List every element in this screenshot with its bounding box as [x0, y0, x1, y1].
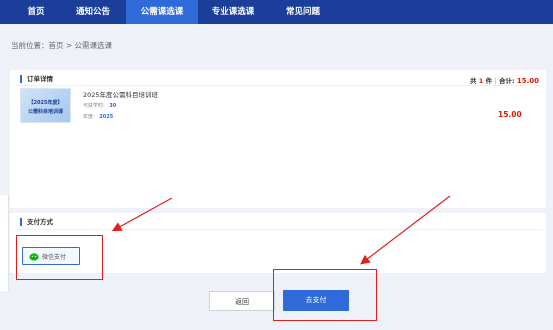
course-hours: 可获学时: 30 — [83, 102, 116, 109]
top-navigation: 首页 通知公告 公需课选课 专业课选课 常见问题 — [0, 0, 553, 24]
nav-item-home[interactable]: 首页 — [13, 0, 59, 24]
order-detail-title: 订单详情 — [20, 75, 53, 83]
hours-label: 可获学时: — [83, 103, 105, 109]
payment-method-title: 支付方式 — [20, 218, 53, 226]
payment-divider — [14, 229, 542, 230]
highlight-box-payment-option — [16, 235, 103, 280]
item-count: 1 — [478, 77, 484, 85]
breadcrumb: 当前位置：首页 > 公需课选课 — [11, 41, 113, 50]
nav-item-faq[interactable]: 常见问题 — [272, 0, 334, 24]
nav-item-public-courses[interactable]: 公需课选课 — [126, 0, 198, 24]
order-total: 共 1 件 | 合计: 15.00 — [470, 77, 539, 85]
course-thumbnail: 【2025年度】 公需科目培训课 — [20, 88, 71, 123]
year-label: 年度: — [83, 114, 95, 120]
course-name: 2025年度公需科目培训班 — [83, 91, 159, 99]
total-amount: 15.00 — [516, 77, 539, 85]
order-divider — [14, 85, 542, 86]
item-price: 15.00 — [498, 110, 522, 119]
thumbnail-line-1: 【2025年度】 — [28, 100, 63, 106]
side-panel-edge — [0, 195, 9, 291]
year-value: 2025 — [99, 114, 114, 120]
highlight-box-pay-button — [273, 269, 377, 321]
course-year: 年度: 2025 — [83, 113, 113, 120]
nav-item-professional-courses[interactable]: 专业课选课 — [200, 0, 266, 24]
total-prefix: 共 — [470, 77, 477, 85]
hours-value: 30 — [109, 103, 117, 109]
total-suffix: 件 — [485, 77, 493, 85]
thumbnail-line-2: 公需科目培训课 — [27, 109, 63, 115]
nav-item-notices[interactable]: 通知公告 — [64, 0, 122, 24]
back-button[interactable]: 返回 — [209, 291, 275, 311]
total-label: 合计: — [498, 77, 515, 85]
